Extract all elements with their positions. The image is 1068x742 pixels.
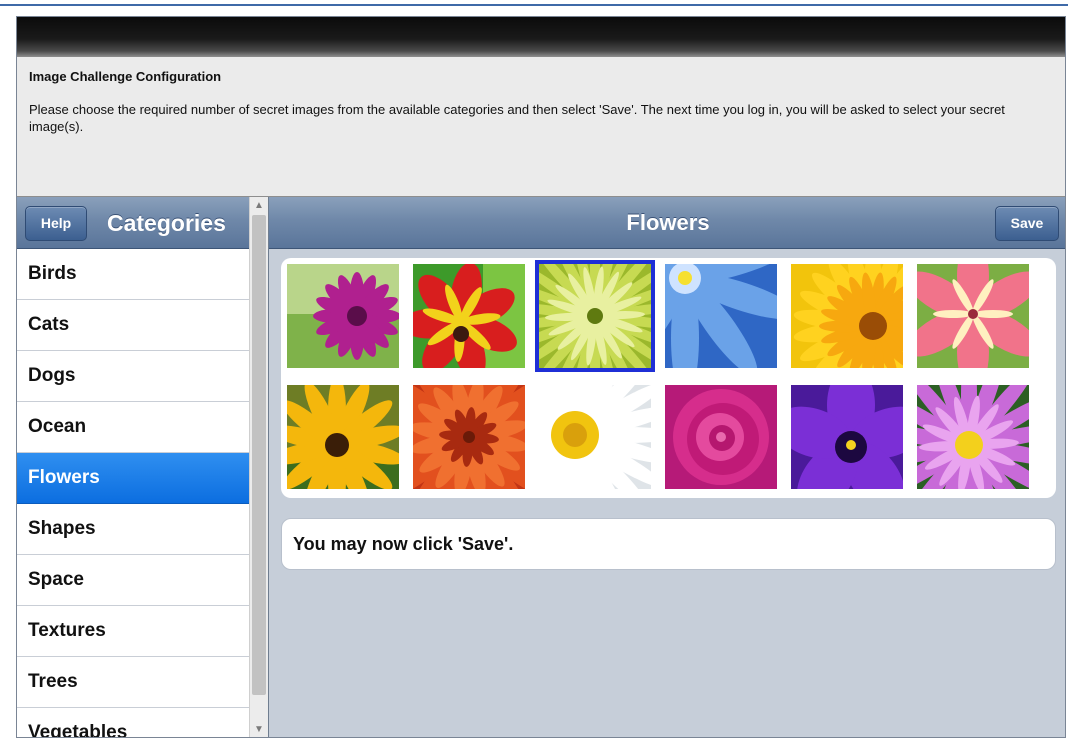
flower-image-pink-lily[interactable] [917, 264, 1029, 368]
sidebar-item-birds[interactable]: Birds [17, 249, 249, 300]
flower-image-purple-water-lily[interactable] [917, 385, 1029, 489]
sidebar-item-textures[interactable]: Textures [17, 606, 249, 657]
main-panel: Flowers Save You may now click 'Save'. [269, 197, 1065, 737]
flower-image-purple-pansy[interactable] [791, 385, 903, 489]
sidebar-item-ocean[interactable]: Ocean [17, 402, 249, 453]
flower-image-white-daisy[interactable] [539, 385, 651, 489]
flower-image-black-eyed-susan[interactable] [287, 385, 399, 489]
sidebar-item-space[interactable]: Space [17, 555, 249, 606]
sidebar-item-trees[interactable]: Trees [17, 657, 249, 708]
category-title: Flowers [626, 210, 710, 235]
status-message: You may now click 'Save'. [293, 534, 514, 554]
page-frame: Image Challenge Configuration Please cho… [0, 0, 1068, 742]
instructions-text: Please choose the required number of sec… [29, 102, 1005, 134]
main-header: Flowers Save [269, 197, 1065, 249]
flower-image-orange-dahlia[interactable] [413, 385, 525, 489]
category-list: Birds Cats Dogs Ocean Flowers Shapes Space Text… [17, 249, 249, 737]
sidebar-item-flowers[interactable]: Flowers [17, 453, 249, 504]
top-border [0, 4, 1068, 6]
sidebar-item-shapes[interactable]: Shapes [17, 504, 249, 555]
sidebar-scrollbar[interactable]: ▲ ▼ [249, 197, 268, 737]
flower-image-yellow-gerbera[interactable] [791, 264, 903, 368]
save-button[interactable]: Save [995, 206, 1059, 241]
page-title: Image Challenge Configuration [29, 69, 222, 84]
image-grid [281, 258, 1056, 498]
sidebar-item-cats[interactable]: Cats [17, 300, 249, 351]
flower-image-green-chrysanthemum[interactable] [535, 260, 655, 372]
flower-image-purple-daisy[interactable] [287, 264, 399, 368]
scroll-up-arrow-icon[interactable]: ▲ [250, 197, 268, 215]
sidebar-title: Categories [107, 210, 226, 236]
flower-image-pink-rose[interactable] [665, 385, 777, 489]
flower-image-red-tulip[interactable] [413, 264, 525, 368]
intro-section: Image Challenge Configuration Please cho… [17, 57, 1065, 197]
scroll-thumb[interactable] [252, 215, 266, 695]
help-button[interactable]: Help [25, 206, 87, 241]
sidebar-header: Help Categories [17, 197, 249, 249]
message-box: You may now click 'Save'. [281, 518, 1056, 570]
app-window: Image Challenge Configuration Please cho… [16, 16, 1066, 738]
scroll-down-arrow-icon[interactable]: ▼ [250, 721, 268, 737]
flower-image-blue-abstract-flower[interactable] [665, 264, 777, 368]
header-bar [17, 17, 1065, 57]
sidebar-item-dogs[interactable]: Dogs [17, 351, 249, 402]
categories-sidebar: Help Categories Birds Cats Dogs Ocean Flower… [17, 197, 269, 737]
sidebar-item-vegetables[interactable]: Vegetables [17, 708, 249, 737]
